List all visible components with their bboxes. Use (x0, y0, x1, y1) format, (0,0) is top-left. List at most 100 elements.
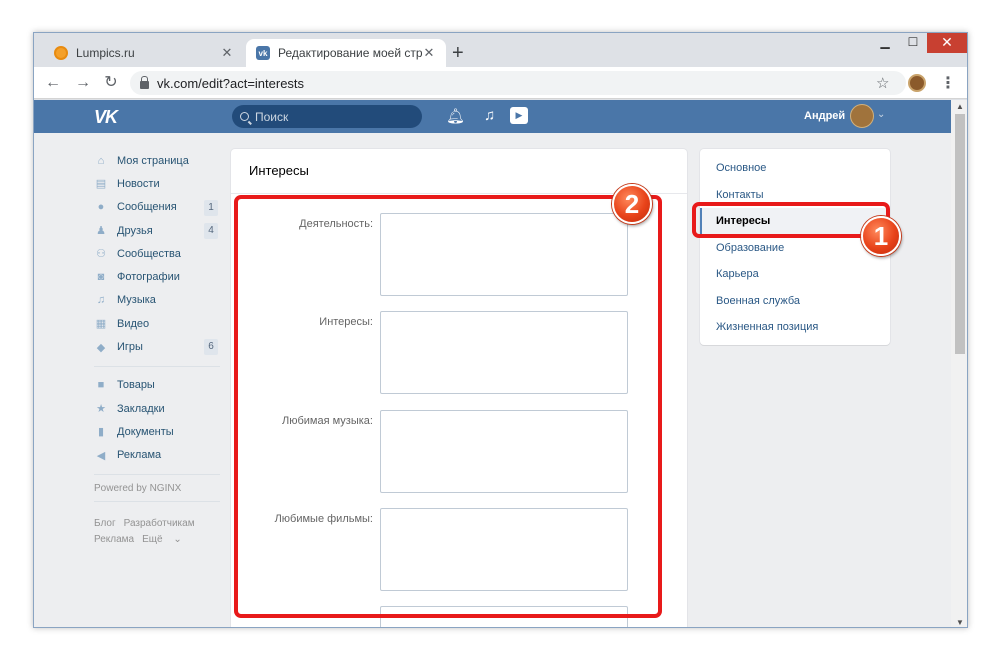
address-bar[interactable]: vk.com/edit?act=interests (130, 71, 906, 95)
tab-close-icon[interactable]: ✕ (220, 45, 234, 61)
menu-kebab-icon[interactable]: ⋮ (940, 73, 956, 93)
bag-icon: ■ (97, 379, 105, 392)
tab-bar: Lumpics.ru ✕ vk Редактирование моей стра… (34, 33, 967, 67)
footer-more-label: Ещё (142, 533, 163, 545)
tab-close-icon[interactable]: ✕ (422, 45, 436, 61)
sidebar-item-photos[interactable]: ◙ Фотографии (94, 265, 222, 288)
bookmark-star-icon[interactable]: ☆ (876, 74, 889, 92)
play-icon[interactable]: ▶ (510, 107, 528, 124)
sidebar-item-label: Моя страница (117, 154, 189, 167)
left-menu: ⌂ Моя страница ▤ Новости ● Сообщения 1 ♟ Друз… (94, 149, 222, 548)
sidebar-item-label: Товары (117, 379, 155, 392)
search-input[interactable]: Поиск (232, 105, 422, 128)
sidebar-item-label: Сообщества (117, 247, 181, 260)
sidebar-item-video[interactable]: ▦ Видео (94, 312, 222, 335)
friends-icon: ♟ (96, 225, 106, 238)
minimize-icon[interactable]: ▁ (871, 33, 899, 53)
search-placeholder: Поиск (255, 109, 289, 124)
tab-title: Редактирование моей страницы (278, 46, 422, 60)
document-icon: ▮ (97, 426, 105, 439)
new-tab-icon[interactable]: + (452, 43, 464, 63)
menu-divider (94, 365, 220, 367)
sidebar-item-label: Сообщения (117, 201, 177, 214)
sidebar-item-label: Музыка (117, 294, 156, 307)
vk-header: VK Поиск 🔔︎ ♫ ▶ Андрей ⌄ (34, 100, 951, 133)
sidebar-item-games[interactable]: ◆ Игры 6 (94, 335, 222, 358)
chevron-down-icon[interactable]: ⌄ (877, 109, 885, 120)
camera-icon: ◙ (97, 271, 105, 284)
back-icon[interactable]: ← (44, 74, 62, 92)
star-icon: ★ (96, 403, 106, 416)
window-controls: ▁ ☐ ✕ (871, 33, 967, 53)
section-life-position[interactable]: Жизненная позиция (700, 314, 890, 341)
sidebar-item-ads[interactable]: ◀ Реклама (94, 444, 222, 467)
vk-logo[interactable]: VK (94, 107, 118, 128)
lock-icon (140, 75, 149, 89)
section-basic[interactable]: Основное (700, 155, 890, 182)
url-text: vk.com/edit?act=interests (157, 75, 305, 91)
home-icon: ⌂ (97, 154, 105, 167)
sidebar-item-label: Реклама (117, 449, 162, 462)
tab-lumpics[interactable]: Lumpics.ru ✕ (44, 39, 244, 67)
groups-icon: ⚇ (96, 248, 106, 261)
sidebar-item-groups[interactable]: ⚇ Сообщества (94, 242, 222, 265)
search-icon (240, 112, 249, 121)
music-note-icon[interactable]: ♫ (484, 107, 495, 124)
music-icon: ♫ (96, 294, 106, 307)
user-name[interactable]: Андрей (804, 110, 845, 122)
sidebar-item-news[interactable]: ▤ Новости (94, 172, 222, 195)
scroll-up-icon[interactable]: ▲ (956, 102, 964, 111)
footer-link-blog[interactable]: Блог (94, 518, 116, 529)
menu-divider (94, 500, 220, 502)
sidebar-item-label: Документы (117, 425, 174, 438)
sidebar-item-goods[interactable]: ■ Товары (94, 374, 222, 397)
menu-divider (94, 473, 220, 475)
user-avatar[interactable] (850, 104, 874, 128)
reload-icon[interactable]: ↻ (102, 74, 120, 92)
footer-link-more[interactable]: Ещё ⌄ (142, 534, 190, 545)
sidebar-item-label: Игры (117, 341, 143, 354)
count-badge: 4 (204, 222, 218, 239)
vk-favicon-icon: vk (256, 46, 270, 60)
sidebar-item-label: Новости (117, 177, 160, 190)
lumpics-favicon-icon (54, 46, 68, 60)
powered-by: Powered by NGINX (94, 482, 182, 494)
sidebar-item-label: Видео (117, 317, 150, 330)
news-icon: ▤ (95, 178, 107, 191)
bell-icon[interactable]: 🔔︎ (446, 107, 465, 125)
footer-links: Блог Разработчикам Реклама Ещё ⌄ (94, 516, 222, 548)
maximize-icon[interactable]: ☐ (899, 33, 927, 53)
scroll-down-icon[interactable]: ▼ (956, 618, 964, 627)
count-badge: 6 (204, 339, 218, 356)
highlight-box-fields (234, 195, 662, 618)
scroll-thumb[interactable] (955, 114, 965, 354)
sidebar-item-music[interactable]: ♫ Музыка (94, 289, 222, 312)
page-scrollbar[interactable]: ▲ ▼ (951, 100, 967, 627)
forward-icon[interactable]: → (74, 74, 92, 92)
section-career[interactable]: Карьера (700, 261, 890, 288)
tab-vk-edit[interactable]: vk Редактирование моей страницы ✕ (246, 39, 446, 67)
step-badge-2: 2 (612, 184, 652, 224)
sidebar-item-label: Фотографии (117, 271, 180, 284)
games-icon: ◆ (96, 341, 106, 354)
video-icon: ▦ (95, 318, 107, 331)
chevron-down-icon: ⌄ (173, 533, 182, 545)
sidebar-item-friends[interactable]: ♟ Друзья 4 (94, 219, 222, 242)
megaphone-icon: ◀ (96, 449, 106, 462)
footer-link-ads[interactable]: Реклама (94, 534, 134, 545)
profile-avatar-icon[interactable] (908, 74, 926, 92)
window-close-icon[interactable]: ✕ (927, 33, 967, 53)
address-toolbar: ← → ↻ vk.com/edit?act=interests ☆ ⋮ (34, 67, 967, 99)
footer-link-developers[interactable]: Разработчикам (124, 518, 195, 529)
count-badge: 1 (204, 199, 218, 216)
sidebar-item-my-page[interactable]: ⌂ Моя страница (94, 149, 222, 172)
sidebar-item-label: Закладки (117, 402, 165, 415)
messages-icon: ● (97, 201, 105, 214)
page-title: Интересы (249, 163, 309, 178)
tab-title: Lumpics.ru (76, 46, 135, 60)
sidebar-item-bookmarks[interactable]: ★ Закладки (94, 397, 222, 420)
sidebar-item-documents[interactable]: ▮ Документы (94, 420, 222, 443)
sidebar-item-label: Друзья (117, 224, 153, 237)
section-military[interactable]: Военная служба (700, 288, 890, 315)
sidebar-item-messages[interactable]: ● Сообщения 1 (94, 196, 222, 219)
